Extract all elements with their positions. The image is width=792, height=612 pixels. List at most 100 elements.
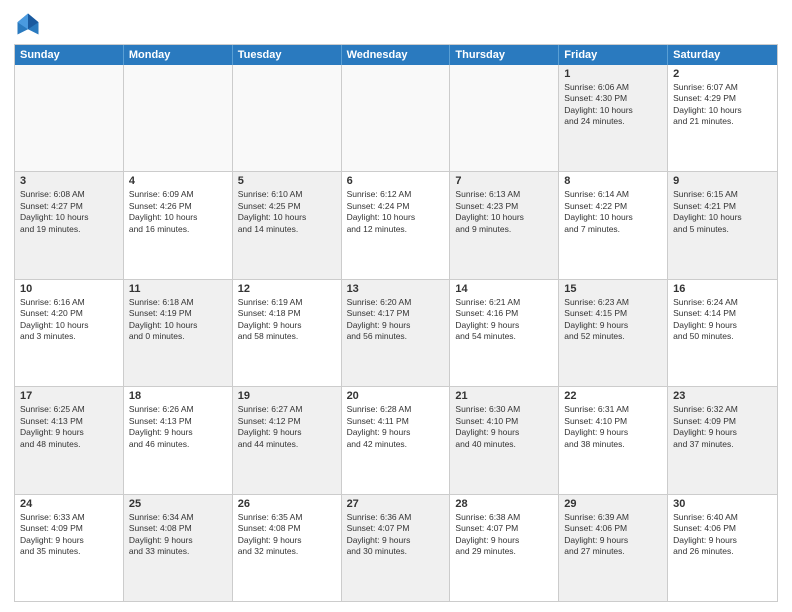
day-number: 19 xyxy=(238,390,336,402)
day-info: Sunrise: 6:35 AM Sunset: 4:08 PM Dayligh… xyxy=(238,512,336,558)
empty-cell-0-0 xyxy=(15,65,124,171)
page: SundayMondayTuesdayWednesdayThursdayFrid… xyxy=(0,0,792,612)
day-cell-5: 5Sunrise: 6:10 AM Sunset: 4:25 PM Daylig… xyxy=(233,172,342,278)
day-info: Sunrise: 6:38 AM Sunset: 4:07 PM Dayligh… xyxy=(455,512,553,558)
day-info: Sunrise: 6:12 AM Sunset: 4:24 PM Dayligh… xyxy=(347,189,445,235)
day-info: Sunrise: 6:34 AM Sunset: 4:08 PM Dayligh… xyxy=(129,512,227,558)
weekday-header-sunday: Sunday xyxy=(15,45,124,65)
weekday-header-thursday: Thursday xyxy=(450,45,559,65)
day-cell-4: 4 Sunrise: 6:09 AM Sunset: 4:26 PM Daylig… xyxy=(124,172,233,278)
day-cell-15: 15 Sunrise: 6:23 AM Sunset: 4:15 PM Dayli… xyxy=(559,280,668,386)
day-info: Sunrise: 6:19 AM Sunset: 4:18 PM Dayligh… xyxy=(238,297,336,343)
day-cell-20: 20 Sunrise: 6:28 AM Sunset: 4:11 PM Dayli… xyxy=(342,387,451,493)
day-number: 15 xyxy=(564,283,662,295)
day-cell-13: 13 Sunrise: 6:20 AM Sunset: 4:17 PM Dayli… xyxy=(342,280,451,386)
day-cell-1: 1 Sunrise: 6:06 AM Sunset: 4:30 PM Daylig… xyxy=(559,65,668,171)
day-info: Sunrise: 6:40 AM Sunset: 4:06 PM Dayligh… xyxy=(673,512,772,558)
day-info: Sunrise: 6:07 AM Sunset: 4:29 PM Dayligh… xyxy=(673,82,772,128)
day-number: 22 xyxy=(564,390,662,402)
logo xyxy=(14,10,46,38)
day-number: 28 xyxy=(455,498,553,510)
day-cell-11: 11 Sunrise: 6:18 AM Sunset: 4:19 PM Dayli… xyxy=(124,280,233,386)
day-info: Sunrise: 6:18 AM Sunset: 4:19 PM Dayligh… xyxy=(129,297,227,343)
day-cell-28: 28 Sunrise: 6:38 AM Sunset: 4:07 PM Dayli… xyxy=(450,495,559,601)
weekday-header-wednesday: Wednesday xyxy=(342,45,451,65)
day-cell-27: 27Sunrise: 6:36 AM Sunset: 4:07 PM Dayli… xyxy=(342,495,451,601)
calendar-header: SundayMondayTuesdayWednesdayThursdayFrid… xyxy=(15,45,777,65)
empty-cell-0-4 xyxy=(450,65,559,171)
day-info: Sunrise: 6:06 AM Sunset: 4:30 PM Dayligh… xyxy=(564,82,662,128)
day-info: Sunrise: 6:09 AM Sunset: 4:26 PM Dayligh… xyxy=(129,189,227,235)
weekday-header-tuesday: Tuesday xyxy=(233,45,342,65)
empty-cell-0-2 xyxy=(233,65,342,171)
day-cell-12: 12 Sunrise: 6:19 AM Sunset: 4:18 PM Dayli… xyxy=(233,280,342,386)
day-cell-23: 23 Sunrise: 6:32 AM Sunset: 4:09 PM Dayli… xyxy=(668,387,777,493)
logo-icon xyxy=(14,10,42,38)
day-cell-30: 30 Sunrise: 6:40 AM Sunset: 4:06 PM Dayli… xyxy=(668,495,777,601)
day-number: 3 xyxy=(20,175,118,187)
weekday-header-monday: Monday xyxy=(124,45,233,65)
day-number: 21 xyxy=(455,390,553,402)
day-cell-9: 9 Sunrise: 6:15 AM Sunset: 4:21 PM Daylig… xyxy=(668,172,777,278)
day-cell-8: 8 Sunrise: 6:14 AM Sunset: 4:22 PM Daylig… xyxy=(559,172,668,278)
day-number: 10 xyxy=(20,283,118,295)
weekday-header-saturday: Saturday xyxy=(668,45,777,65)
calendar-row-3: 17 Sunrise: 6:25 AM Sunset: 4:13 PM Dayli… xyxy=(15,387,777,494)
day-info: Sunrise: 6:28 AM Sunset: 4:11 PM Dayligh… xyxy=(347,404,445,450)
day-info: Sunrise: 6:31 AM Sunset: 4:10 PM Dayligh… xyxy=(564,404,662,450)
day-info: Sunrise: 6:32 AM Sunset: 4:09 PM Dayligh… xyxy=(673,404,772,450)
day-info: Sunrise: 6:14 AM Sunset: 4:22 PM Dayligh… xyxy=(564,189,662,235)
day-number: 2 xyxy=(673,68,772,80)
day-number: 20 xyxy=(347,390,445,402)
calendar-body: 1 Sunrise: 6:06 AM Sunset: 4:30 PM Daylig… xyxy=(15,65,777,601)
day-number: 8 xyxy=(564,175,662,187)
day-cell-14: 14 Sunrise: 6:21 AM Sunset: 4:16 PM Dayli… xyxy=(450,280,559,386)
day-info: Sunrise: 6:20 AM Sunset: 4:17 PM Dayligh… xyxy=(347,297,445,343)
day-info: Sunrise: 6:15 AM Sunset: 4:21 PM Dayligh… xyxy=(673,189,772,235)
day-cell-18: 18Sunrise: 6:26 AM Sunset: 4:13 PM Dayli… xyxy=(124,387,233,493)
day-number: 4 xyxy=(129,175,227,187)
day-info: Sunrise: 6:13 AM Sunset: 4:23 PM Dayligh… xyxy=(455,189,553,235)
day-cell-6: 6 Sunrise: 6:12 AM Sunset: 4:24 PM Daylig… xyxy=(342,172,451,278)
day-number: 30 xyxy=(673,498,772,510)
day-number: 6 xyxy=(347,175,445,187)
day-info: Sunrise: 6:26 AM Sunset: 4:13 PM Dayligh… xyxy=(129,404,227,450)
day-number: 17 xyxy=(20,390,118,402)
calendar: SundayMondayTuesdayWednesdayThursdayFrid… xyxy=(14,44,778,602)
day-cell-24: 24 Sunrise: 6:33 AM Sunset: 4:09 PM Dayli… xyxy=(15,495,124,601)
day-number: 16 xyxy=(673,283,772,295)
day-cell-3: 3 Sunrise: 6:08 AM Sunset: 4:27 PM Daylig… xyxy=(15,172,124,278)
day-number: 11 xyxy=(129,283,227,295)
calendar-row-1: 3 Sunrise: 6:08 AM Sunset: 4:27 PM Daylig… xyxy=(15,172,777,279)
day-info: Sunrise: 6:33 AM Sunset: 4:09 PM Dayligh… xyxy=(20,512,118,558)
day-cell-17: 17 Sunrise: 6:25 AM Sunset: 4:13 PM Dayli… xyxy=(15,387,124,493)
empty-cell-0-1 xyxy=(124,65,233,171)
calendar-row-0: 1 Sunrise: 6:06 AM Sunset: 4:30 PM Daylig… xyxy=(15,65,777,172)
day-info: Sunrise: 6:24 AM Sunset: 4:14 PM Dayligh… xyxy=(673,297,772,343)
day-info: Sunrise: 6:23 AM Sunset: 4:15 PM Dayligh… xyxy=(564,297,662,343)
day-number: 12 xyxy=(238,283,336,295)
day-number: 24 xyxy=(20,498,118,510)
day-cell-16: 16 Sunrise: 6:24 AM Sunset: 4:14 PM Dayli… xyxy=(668,280,777,386)
day-cell-19: 19Sunrise: 6:27 AM Sunset: 4:12 PM Dayli… xyxy=(233,387,342,493)
day-info: Sunrise: 6:08 AM Sunset: 4:27 PM Dayligh… xyxy=(20,189,118,235)
day-cell-21: 21Sunrise: 6:30 AM Sunset: 4:10 PM Dayli… xyxy=(450,387,559,493)
day-number: 1 xyxy=(564,68,662,80)
empty-cell-0-3 xyxy=(342,65,451,171)
weekday-header-friday: Friday xyxy=(559,45,668,65)
day-number: 7 xyxy=(455,175,553,187)
day-number: 23 xyxy=(673,390,772,402)
calendar-row-2: 10Sunrise: 6:16 AM Sunset: 4:20 PM Dayli… xyxy=(15,280,777,387)
day-info: Sunrise: 6:10 AM Sunset: 4:25 PM Dayligh… xyxy=(238,189,336,235)
day-info: Sunrise: 6:21 AM Sunset: 4:16 PM Dayligh… xyxy=(455,297,553,343)
day-cell-2: 2 Sunrise: 6:07 AM Sunset: 4:29 PM Daylig… xyxy=(668,65,777,171)
day-number: 14 xyxy=(455,283,553,295)
day-number: 13 xyxy=(347,283,445,295)
day-number: 26 xyxy=(238,498,336,510)
day-info: Sunrise: 6:25 AM Sunset: 4:13 PM Dayligh… xyxy=(20,404,118,450)
day-cell-29: 29Sunrise: 6:39 AM Sunset: 4:06 PM Dayli… xyxy=(559,495,668,601)
day-number: 9 xyxy=(673,175,772,187)
day-number: 27 xyxy=(347,498,445,510)
day-cell-7: 7 Sunrise: 6:13 AM Sunset: 4:23 PM Daylig… xyxy=(450,172,559,278)
day-cell-10: 10Sunrise: 6:16 AM Sunset: 4:20 PM Dayli… xyxy=(15,280,124,386)
